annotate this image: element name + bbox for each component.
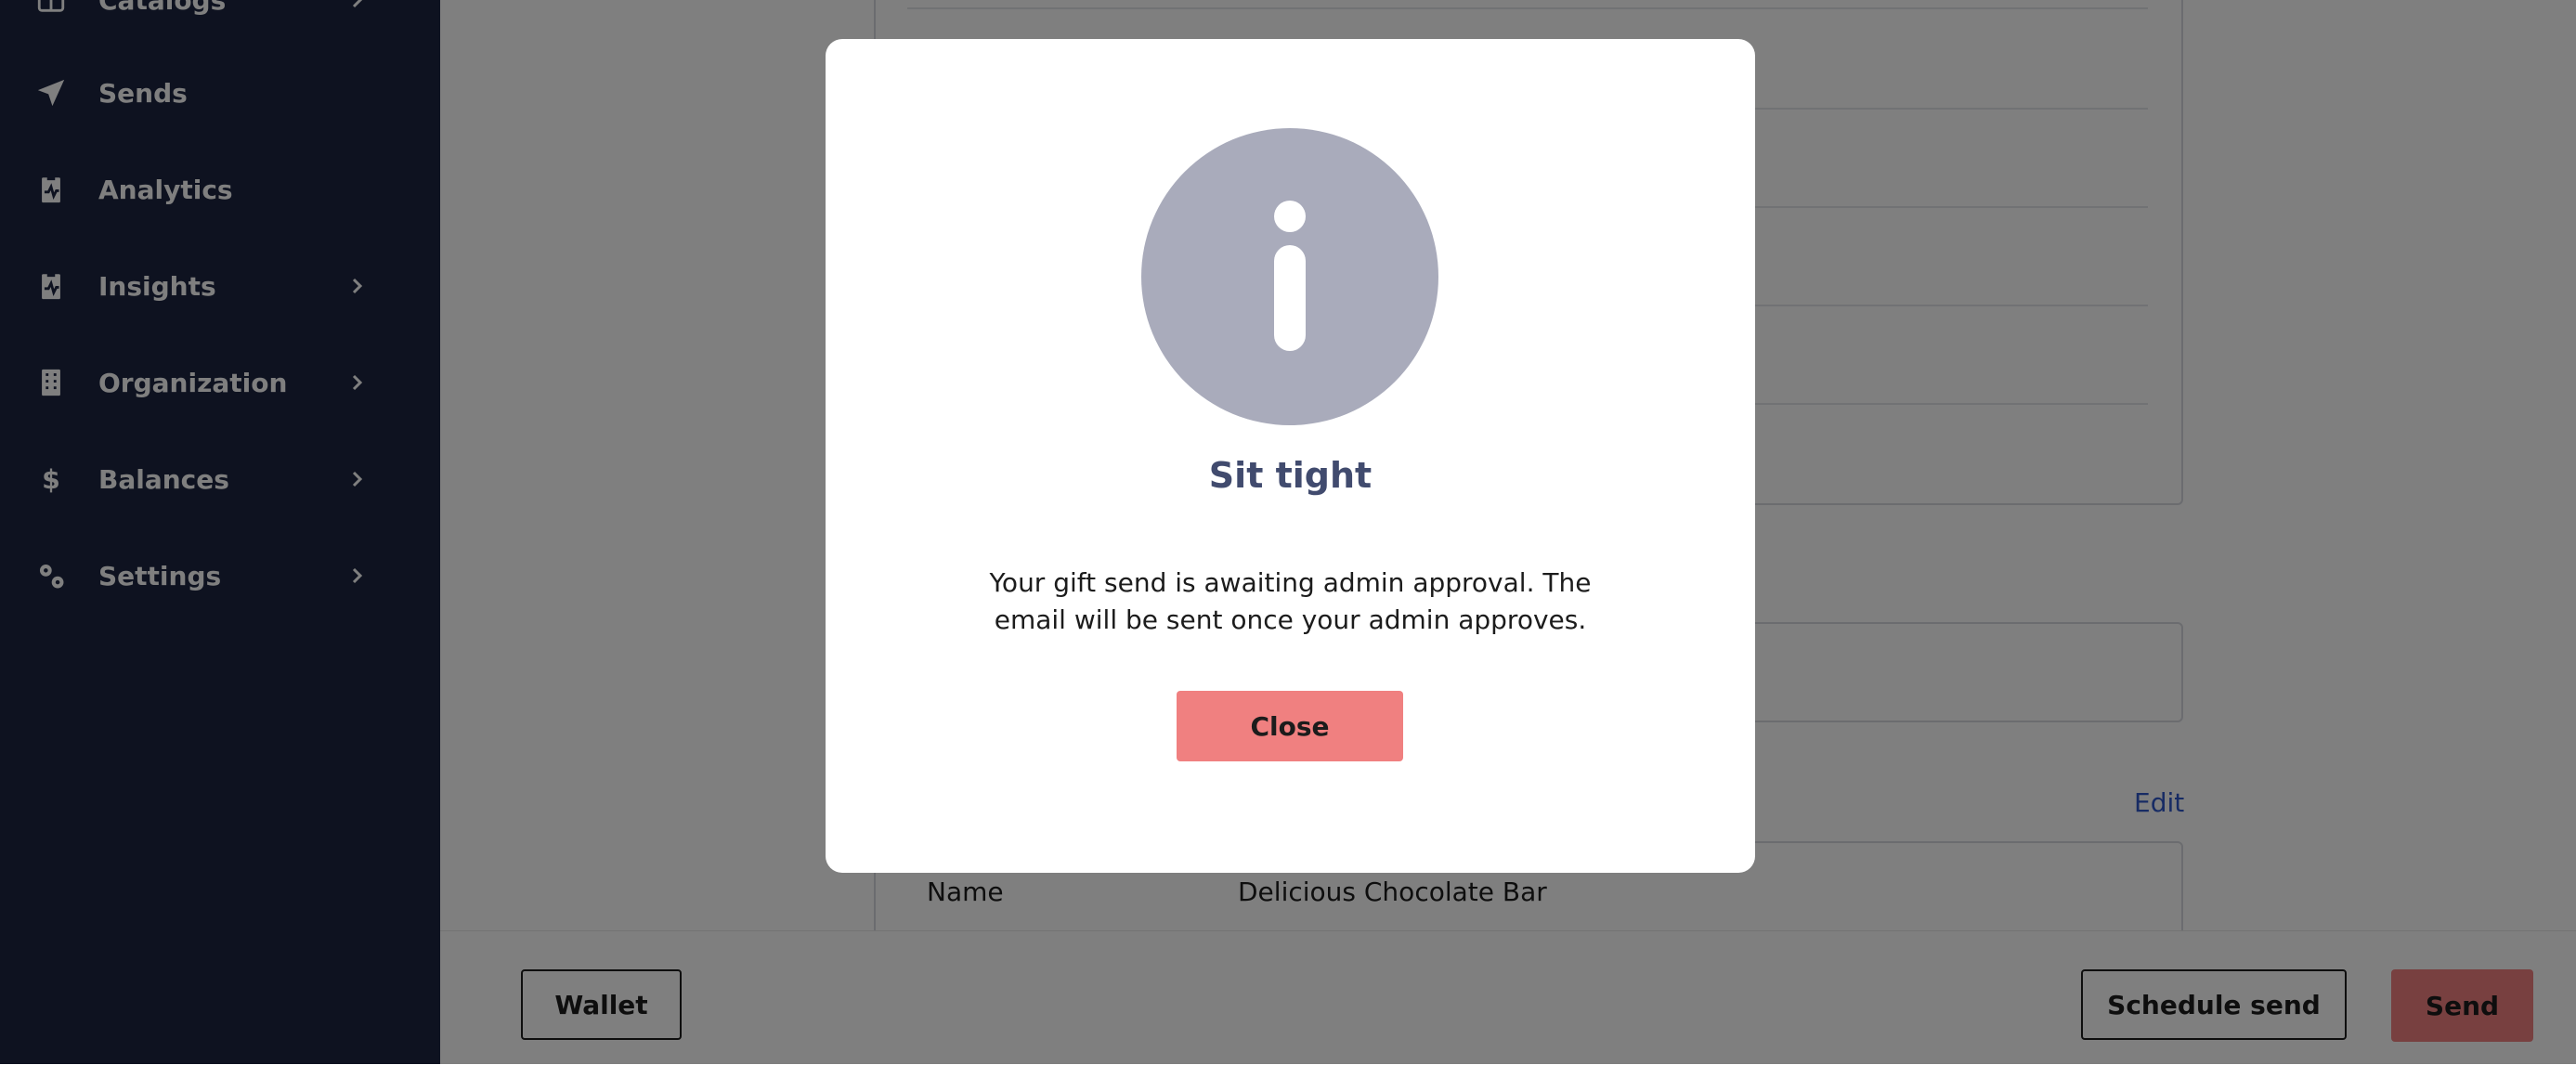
- approval-dialog: Sit tight Your gift send is awaiting adm…: [826, 39, 1755, 873]
- info-icon: [1141, 128, 1438, 425]
- info-icon-dot: [1274, 201, 1306, 232]
- info-icon-bar: [1274, 245, 1306, 351]
- close-button[interactable]: Close: [1177, 691, 1403, 761]
- dialog-message: Your gift send is awaiting admin approva…: [989, 567, 1592, 635]
- dialog-title: Sit tight: [1208, 455, 1373, 496]
